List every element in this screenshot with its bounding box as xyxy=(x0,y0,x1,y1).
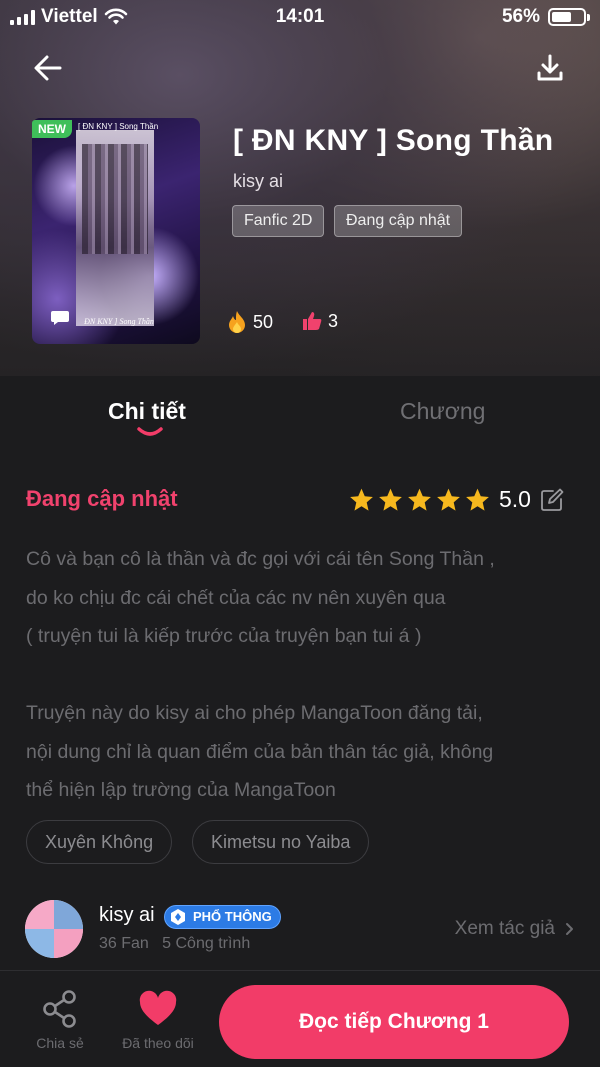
edit-rating-icon[interactable] xyxy=(540,488,564,512)
battery-percent: 56% xyxy=(501,6,540,27)
hot-count: 50 xyxy=(226,310,273,334)
author-name[interactable]: kisy ai xyxy=(99,904,155,927)
back-arrow-icon[interactable] xyxy=(30,50,66,86)
view-author-link[interactable]: Xem tác giả xyxy=(455,918,574,940)
bottom-action-bar: Chia sẻ Đã theo dõi Đọc tiếp Chương 1 xyxy=(0,970,600,1067)
fire-icon xyxy=(229,311,245,333)
view-author-label: Xem tác giả xyxy=(454,918,555,939)
thumbs-up-icon xyxy=(303,312,322,330)
star-icon xyxy=(406,487,433,513)
star-icon xyxy=(435,487,462,513)
genre-chip-kimetsu[interactable]: Kimetsu no Yaiba xyxy=(192,820,370,864)
level-badge-icon xyxy=(171,909,185,925)
active-tab-indicator xyxy=(137,427,163,436)
tab-bar: Chi tiết Chương xyxy=(0,376,600,456)
download-icon[interactable] xyxy=(532,50,568,86)
cover-caption-text: ĐN KNY ] Song Thần xyxy=(84,317,154,326)
avatar-art xyxy=(54,900,83,929)
book-author[interactable]: kisy ai xyxy=(233,171,283,192)
author-avatar[interactable] xyxy=(25,900,83,958)
disclaimer-line: Truyện này do kisy ai cho phép MangaToon… xyxy=(26,702,483,724)
chevron-right-icon xyxy=(566,923,573,935)
new-badge: NEW xyxy=(32,120,72,138)
description-line: do ko chịu đc cái chết của các nv nên xu… xyxy=(26,586,446,609)
continue-reading-button[interactable]: Đọc tiếp Chương 1 xyxy=(219,985,569,1059)
battery-icon xyxy=(548,8,590,26)
status-bar: Viettel 14:01 56% xyxy=(0,0,600,34)
cover-art-characters xyxy=(82,144,148,254)
level-badge-label: PHỔ THÔNG xyxy=(193,909,272,924)
book-description: Cô và bạn cô là thần và đc gọi với cái t… xyxy=(26,540,578,810)
tab-detail[interactable]: Chi tiết xyxy=(108,398,186,425)
disclaimer-line: thể hiện lập trường của MangaToon xyxy=(26,779,336,801)
avatar-art xyxy=(25,900,54,929)
like-count-value: 3 xyxy=(328,310,339,331)
follow-label: Đã theo dõi xyxy=(122,1035,194,1051)
comment-bubble-icon xyxy=(51,311,69,325)
description-line: Cô và bạn cô là thần và đc gọi với cái t… xyxy=(26,548,495,570)
book-header: Viettel 14:01 56% [ ĐN KNY ] Song Thần Đ… xyxy=(0,0,600,376)
avatar-art xyxy=(25,929,54,958)
like-count: 3 xyxy=(301,310,338,332)
genre-chip-isekai[interactable]: Xuyên Không xyxy=(26,820,173,864)
follow-button[interactable]: Đã theo dõi xyxy=(113,989,203,1051)
author-fans: 36 Fan xyxy=(99,935,149,952)
star-icon xyxy=(464,487,491,513)
rating-stars[interactable] xyxy=(348,487,491,513)
description-line: ( truyện tui là kiếp trước của truyện bạ… xyxy=(26,625,422,647)
book-title: [ ĐN KNY ] Song Thần xyxy=(233,124,554,157)
tag-chip-status: Đang cập nhật xyxy=(334,205,463,237)
tag-chip-genre[interactable]: Fanfic 2D xyxy=(232,205,325,237)
status-right: 56% xyxy=(501,6,590,28)
author-works: 5 Công trình xyxy=(162,935,251,952)
share-icon xyxy=(43,990,76,1028)
avatar-art xyxy=(54,929,83,958)
author-level-badge: PHỔ THÔNG xyxy=(164,905,281,929)
cover-title-text: [ ĐN KNY ] Song Thần xyxy=(78,122,159,131)
share-button[interactable]: Chia sẻ xyxy=(15,989,105,1051)
star-icon xyxy=(377,487,404,513)
disclaimer-line: nội dung chỉ là quan điểm của bản thân t… xyxy=(26,740,494,763)
rating-value: 5.0 xyxy=(499,486,531,512)
update-status: Đang cập nhật xyxy=(26,486,178,511)
hot-count-value: 50 xyxy=(253,311,274,332)
tab-chapters[interactable]: Chương xyxy=(400,398,485,425)
share-label: Chia sẻ xyxy=(36,1035,84,1051)
author-meta: 36 Fan 5 Công trình xyxy=(99,935,250,953)
heart-icon xyxy=(139,990,177,1025)
star-icon xyxy=(348,487,375,513)
